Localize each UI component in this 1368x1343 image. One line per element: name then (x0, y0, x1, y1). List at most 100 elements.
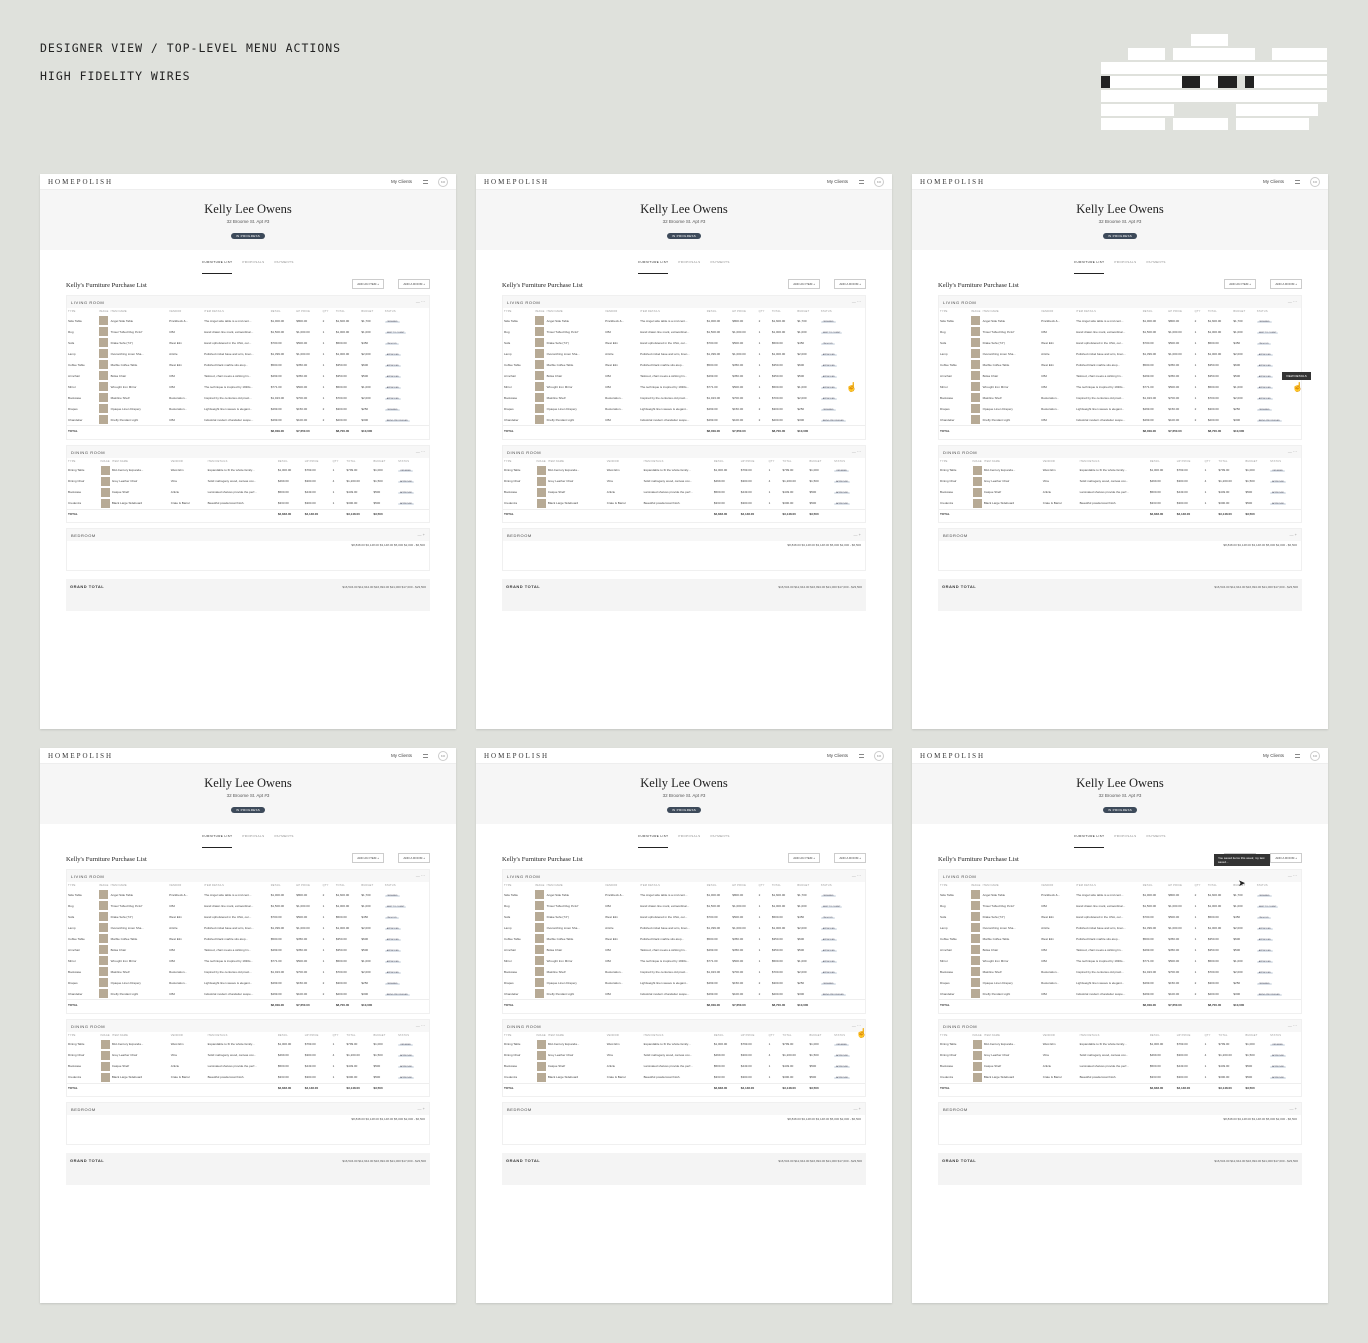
add-room-button[interactable]: ADD A ROOM + (834, 853, 866, 863)
table-row[interactable]: Rug Tinsel Tufted Rug 9'x12' CB2 Hand drawn… (939, 900, 1301, 911)
add-item-button[interactable]: ADD AN ITEM + (788, 279, 820, 289)
item-thumbnail[interactable] (970, 337, 981, 348)
item-thumbnail[interactable] (536, 1050, 547, 1061)
item-thumbnail[interactable] (98, 933, 109, 944)
table-row[interactable]: Lamp Overarching Linen Sha... Article Polis… (939, 922, 1301, 933)
item-thumbnail[interactable] (534, 900, 545, 911)
item-thumbnail[interactable] (98, 392, 109, 403)
item-thumbnail[interactable] (972, 1039, 983, 1050)
item-thumbnail[interactable] (100, 465, 111, 476)
add-room-button[interactable]: ADD A ROOM + (1270, 853, 1302, 863)
avatar[interactable]: KO (874, 177, 884, 187)
item-thumbnail[interactable] (970, 911, 981, 922)
item-thumbnail[interactable] (98, 359, 109, 370)
item-thumbnail[interactable] (972, 498, 983, 510)
collapse-icon[interactable]: — ⋯ (1288, 1023, 1297, 1028)
table-row[interactable]: Drapes Opaque Linen Drapery Restoration...… (503, 403, 865, 414)
add-room-button[interactable]: ADD A ROOM + (398, 853, 430, 863)
table-row[interactable]: Credenza Black Large Sideboard Crate & Bar… (503, 1072, 865, 1084)
item-thumbnail[interactable] (100, 487, 111, 498)
item-thumbnail[interactable] (534, 337, 545, 348)
item-thumbnail[interactable] (534, 392, 545, 403)
table-row[interactable]: Dining Chair Grey Leather Chair Vitra Solid… (503, 1050, 865, 1061)
item-thumbnail[interactable] (970, 933, 981, 944)
item-thumbnail[interactable] (98, 348, 109, 359)
item-thumbnail[interactable] (98, 900, 109, 911)
tab-payments[interactable]: PAYMENTS (710, 834, 729, 848)
item-thumbnail[interactable] (970, 359, 981, 370)
item-thumbnail[interactable] (534, 370, 545, 381)
item-thumbnail[interactable] (536, 476, 547, 487)
item-thumbnail[interactable] (970, 414, 981, 426)
item-thumbnail[interactable] (534, 944, 545, 955)
item-thumbnail[interactable] (972, 476, 983, 487)
tab-proposals[interactable]: PROPOSALS (1114, 260, 1136, 274)
my-clients-link[interactable]: My Clients (391, 179, 412, 184)
item-thumbnail[interactable] (534, 922, 545, 933)
add-item-button[interactable]: ADD AN ITEM + (352, 853, 384, 863)
item-thumbnail[interactable] (536, 1061, 547, 1072)
item-thumbnail[interactable] (100, 1050, 111, 1061)
menu-icon[interactable] (423, 180, 428, 184)
logo[interactable]: HOMEPOLISH (484, 178, 549, 186)
tab-payments[interactable]: PAYMENTS (274, 260, 293, 274)
table-row[interactable]: Rug Tinsel Tufted Rug 9'x12' CB2 Hand drawn… (67, 900, 429, 911)
table-row[interactable]: Mirror Wrought Iron Mirror CB2 The techniqu… (503, 955, 865, 966)
item-thumbnail[interactable] (98, 966, 109, 977)
item-thumbnail[interactable] (970, 977, 981, 988)
table-row[interactable]: Rug Tinsel Tufted Rug 9'x12' CB2 Hand drawn… (939, 326, 1301, 337)
table-row[interactable]: Side Table Angel Side Table Pinckbeck &...… (939, 315, 1301, 326)
table-row[interactable]: Coffee Table Marble Coffee Table West Elm P… (67, 359, 429, 370)
tab-furniture-list[interactable]: FURNITURE LIST (1074, 834, 1105, 848)
table-row[interactable]: Coffee Table Marble Coffee Table West Elm P… (503, 359, 865, 370)
item-thumbnail[interactable] (970, 381, 981, 392)
table-row[interactable]: Chandelier Firefly Pendant Light CB2 Indust… (503, 414, 865, 426)
item-thumbnail[interactable] (972, 1061, 983, 1072)
table-row[interactable]: Bookcase Mainline Shelf Restoration... Insp… (503, 966, 865, 977)
tab-proposals[interactable]: PROPOSALS (242, 260, 264, 274)
collapse-icon[interactable]: — ⋯ (416, 299, 425, 304)
item-thumbnail[interactable] (98, 337, 109, 348)
item-thumbnail[interactable] (98, 988, 109, 1000)
table-row[interactable]: Chandelier Firefly Pendant Light CB2 Indust… (67, 414, 429, 426)
table-row[interactable]: Drapes Opaque Linen Drapery Restoration...… (67, 403, 429, 414)
table-row[interactable]: Rug Tinsel Tufted Rug 9'x12' CB2 Hand drawn… (503, 326, 865, 337)
tab-proposals[interactable]: PROPOSALS (242, 834, 264, 848)
table-row[interactable]: Dining Table Mid-Century Expanda... West E… (67, 1039, 429, 1050)
tab-proposals[interactable]: PROPOSALS (678, 260, 700, 274)
table-row[interactable]: Lamp Overarching Linen Sha... Article Polis… (503, 922, 865, 933)
table-row[interactable]: Chandelier Firefly Pendant Light CB2 Indust… (67, 988, 429, 1000)
table-row[interactable]: Credenza Black Large Sideboard Crate & Bar… (939, 498, 1301, 510)
tab-furniture-list[interactable]: FURNITURE LIST (202, 260, 233, 274)
item-thumbnail[interactable] (534, 933, 545, 944)
table-row[interactable]: Credenza Black Large Sideboard Crate & Bar… (67, 498, 429, 510)
table-row[interactable]: Side Table Angel Side Table Pinckbeck &...… (67, 315, 429, 326)
table-row[interactable]: Sofa Drake Sofa (74") West Elm Hand upholst… (939, 911, 1301, 922)
item-thumbnail[interactable] (970, 988, 981, 1000)
my-clients-link[interactable]: My Clients (1263, 179, 1284, 184)
item-thumbnail[interactable] (98, 381, 109, 392)
tab-furniture-list[interactable]: FURNITURE LIST (638, 834, 669, 848)
item-thumbnail[interactable] (970, 348, 981, 359)
collapse-icon[interactable]: — ⋯ (852, 299, 861, 304)
table-row[interactable]: Coffee Table Marble Coffee Table West Elm P… (939, 933, 1301, 944)
table-row[interactable]: Bookcase Caique Shelf Article Laminated she… (939, 1061, 1301, 1072)
table-row[interactable]: Drapes Opaque Linen Drapery Restoration...… (67, 977, 429, 988)
item-thumbnail[interactable] (970, 955, 981, 966)
item-thumbnail[interactable] (98, 414, 109, 426)
item-thumbnail[interactable] (100, 498, 111, 510)
item-thumbnail[interactable] (98, 911, 109, 922)
table-row[interactable]: Chandelier Firefly Pendant Light CB2 Indust… (503, 988, 865, 1000)
table-row[interactable]: Dining Table Mid-Century Expanda... West E… (939, 1039, 1301, 1050)
table-row[interactable]: Bookcase Mainline Shelf Restoration... Insp… (67, 392, 429, 403)
table-row[interactable]: Mirror Wrought Iron Mirror CB2 The techniqu… (939, 955, 1301, 966)
tab-payments[interactable]: PAYMENTS (1146, 260, 1165, 274)
item-thumbnail[interactable] (534, 348, 545, 359)
table-row[interactable]: Dining Chair Grey Leather Chair Vitra Solid… (67, 1050, 429, 1061)
table-row[interactable]: Lamp Overarching Linen Sha... Article Polis… (939, 348, 1301, 359)
tab-proposals[interactable]: PROPOSALS (678, 834, 700, 848)
my-clients-link[interactable]: My Clients (827, 179, 848, 184)
table-row[interactable]: Mirror Wrought Iron Mirror CB2 The techniqu… (939, 381, 1301, 392)
item-thumbnail[interactable] (534, 911, 545, 922)
avatar[interactable]: KO (874, 751, 884, 761)
